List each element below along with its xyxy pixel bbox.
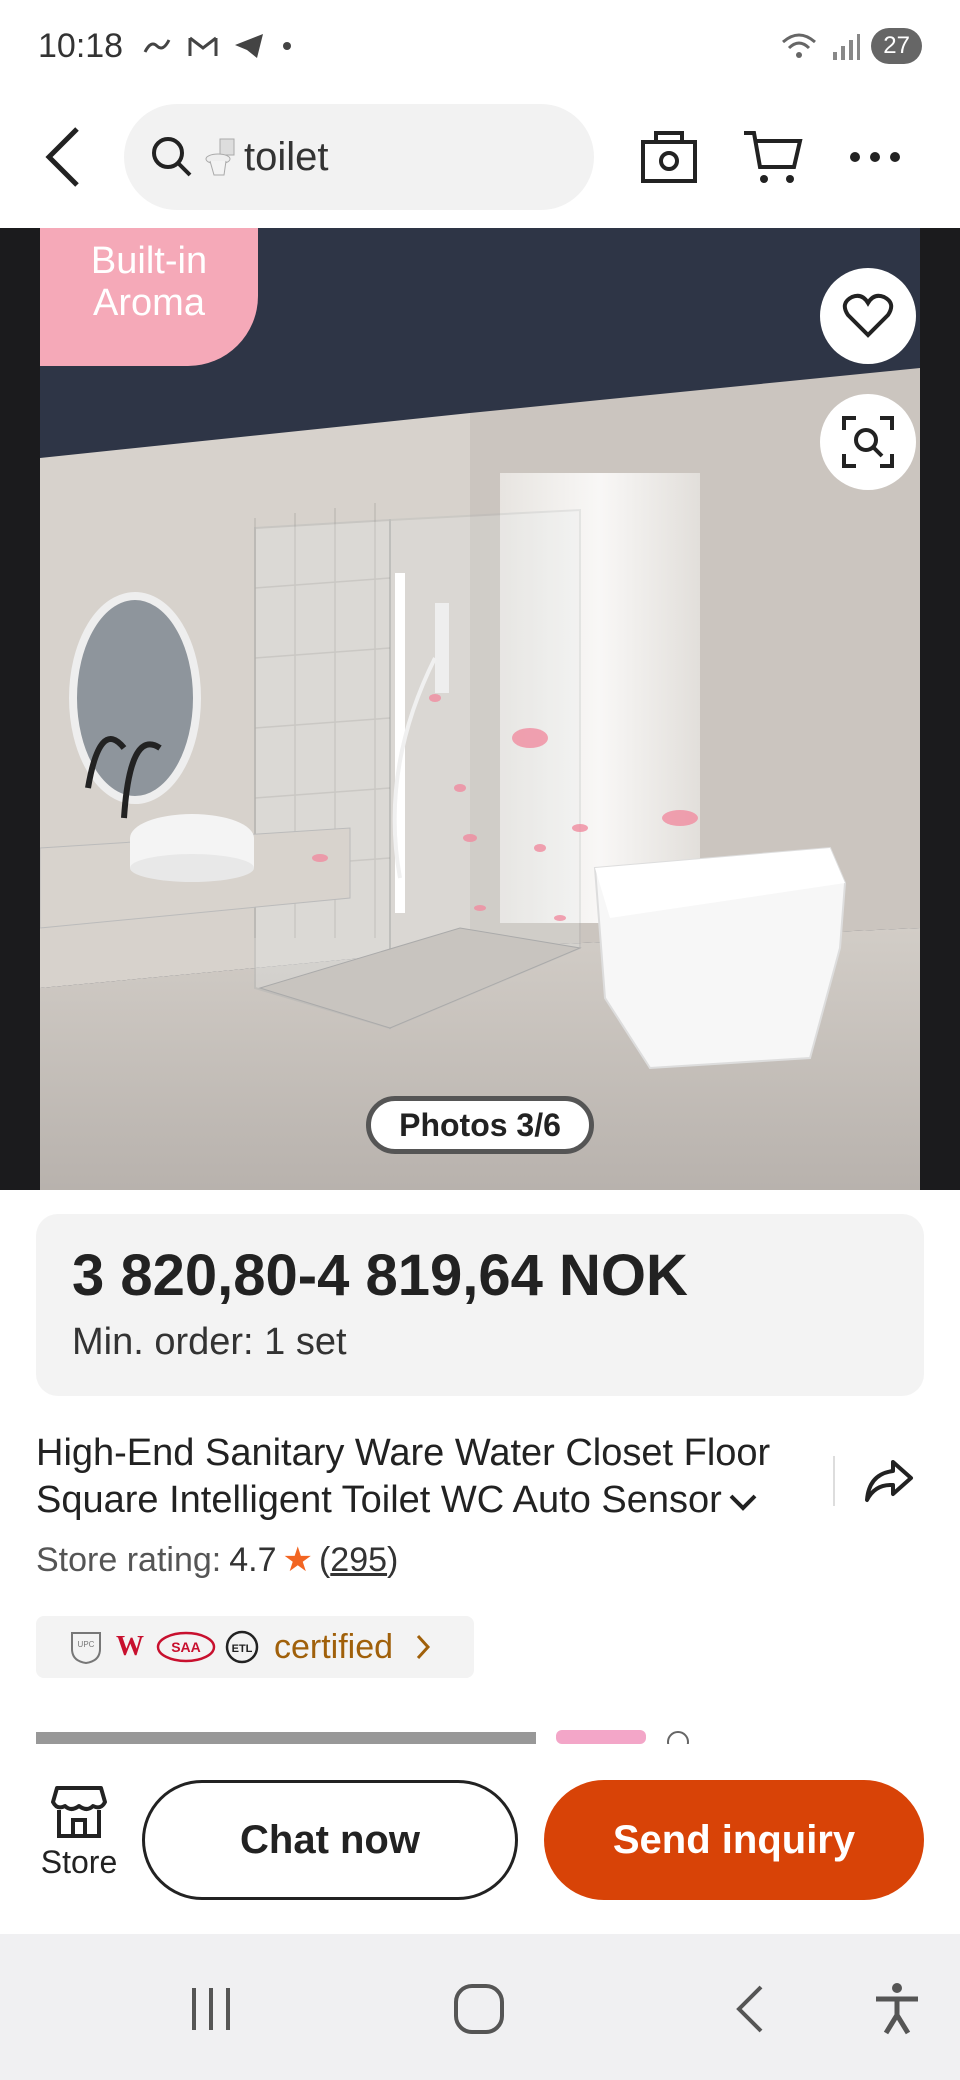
store-icon (51, 1786, 107, 1838)
send-inquiry-button[interactable]: Send inquiry (544, 1780, 924, 1900)
product-title-text: High-End Sanitary Ware Water Closet Floo… (36, 1432, 771, 1521)
system-back-icon (736, 1985, 763, 2033)
back-button[interactable] (28, 122, 98, 192)
certified-label: certified (274, 1627, 394, 1666)
camera-icon (641, 131, 697, 183)
heart-icon (842, 293, 894, 338)
rating-count-open: ( (318, 1540, 331, 1579)
wifi-icon (782, 33, 817, 58)
system-navigation-bar (0, 1934, 960, 2080)
built-in-aroma-badge: Built-in Aroma (40, 228, 258, 366)
more-dots-icon (850, 152, 900, 162)
cart-icon (744, 131, 803, 183)
recent-apps-button[interactable] (176, 1974, 246, 2044)
toilet-thumbnail-icon (205, 138, 235, 176)
bathroom-scene-image (40, 228, 920, 1190)
share-icon (865, 1460, 914, 1502)
min-order: Min. order: 1 set (72, 1321, 347, 1363)
certifications-row[interactable]: UPC W SAA ETL certified (36, 1616, 474, 1678)
etl-logo: ETL (224, 1629, 260, 1665)
w-mark-text: W (116, 1631, 144, 1662)
scan-search-icon (842, 416, 894, 468)
search-query-text: toilet (244, 134, 329, 179)
status-time: 10:18 (38, 26, 124, 65)
system-back-button[interactable] (714, 1974, 784, 2044)
product-title[interactable]: High-End Sanitary Ware Water Closet Floo… (36, 1430, 817, 1530)
price-card: 3 820,80-4 819,64 NOK Min. order: 1 set (36, 1214, 924, 1396)
status-right: 27 (779, 28, 922, 64)
upc-logo: UPC (68, 1629, 104, 1665)
top-nav: toilet (0, 100, 960, 214)
accessibility-button[interactable] (862, 1974, 932, 2044)
chevron-right-icon (416, 1634, 431, 1660)
dot-icon (283, 42, 292, 50)
telegram-icon (235, 34, 264, 58)
battery-badge: 27 (871, 28, 922, 64)
share-button[interactable] (855, 1446, 924, 1516)
rating-count-close: ) (387, 1540, 399, 1579)
installment-payments-line-cropped (36, 1724, 736, 1744)
price-range: 3 820,80-4 819,64 NOK (72, 1243, 688, 1308)
status-bar: 10:18 27 (0, 0, 960, 92)
image-search-button[interactable] (820, 394, 916, 490)
search-query: toilet (202, 135, 329, 180)
more-options-button[interactable] (840, 122, 910, 192)
saa-logo: SAA (156, 1630, 216, 1664)
badge-line-2: Aroma (93, 282, 205, 324)
product-title-row: High-End Sanitary Ware Water Closet Floo… (36, 1430, 924, 1530)
photos-counter[interactable]: Photos 3/6 (366, 1096, 594, 1154)
search-icon (144, 129, 200, 185)
camera-search-button[interactable] (634, 122, 704, 192)
rating-value: 4.7 (229, 1540, 277, 1579)
rating-label: Store rating: (36, 1540, 222, 1579)
gmail-icon (188, 36, 218, 56)
upc-logo-text: UPC (78, 1640, 95, 1649)
rating-count[interactable]: (295) (319, 1541, 398, 1580)
star-icon: ★ (282, 1541, 313, 1579)
home-button[interactable] (444, 1974, 514, 2044)
store-label: Store (40, 1844, 118, 1880)
divider (832, 1456, 835, 1506)
store-rating: Store rating: 4.7 ★ (295) (36, 1536, 398, 1584)
bottom-action-bar: Store Chat now Send inquiry (0, 1744, 960, 1934)
link-icon (143, 39, 171, 53)
store-button[interactable]: Store (34, 1784, 124, 1904)
signal-icon (833, 34, 861, 60)
search-input[interactable]: toilet (124, 104, 594, 210)
w-mark-logo: W (112, 1629, 148, 1665)
recent-apps-icon (192, 1988, 230, 2030)
saa-logo-text: SAA (171, 1639, 201, 1655)
chevron-down-icon[interactable] (728, 1492, 758, 1512)
notification-icons (141, 30, 295, 62)
chat-now-button[interactable]: Chat now (142, 1780, 518, 1900)
back-arrow-icon (45, 127, 79, 187)
product-image[interactable]: Built-in Aroma Photos 3/6 (0, 228, 960, 1190)
etl-logo-text: ETL (232, 1643, 253, 1655)
cart-button[interactable] (738, 122, 808, 192)
favorite-button[interactable] (820, 268, 916, 364)
badge-line-1: Built-in (90, 240, 208, 282)
accessibility-icon (876, 1983, 918, 2035)
rating-count-number: 295 (330, 1540, 388, 1579)
home-icon (454, 1984, 504, 2034)
